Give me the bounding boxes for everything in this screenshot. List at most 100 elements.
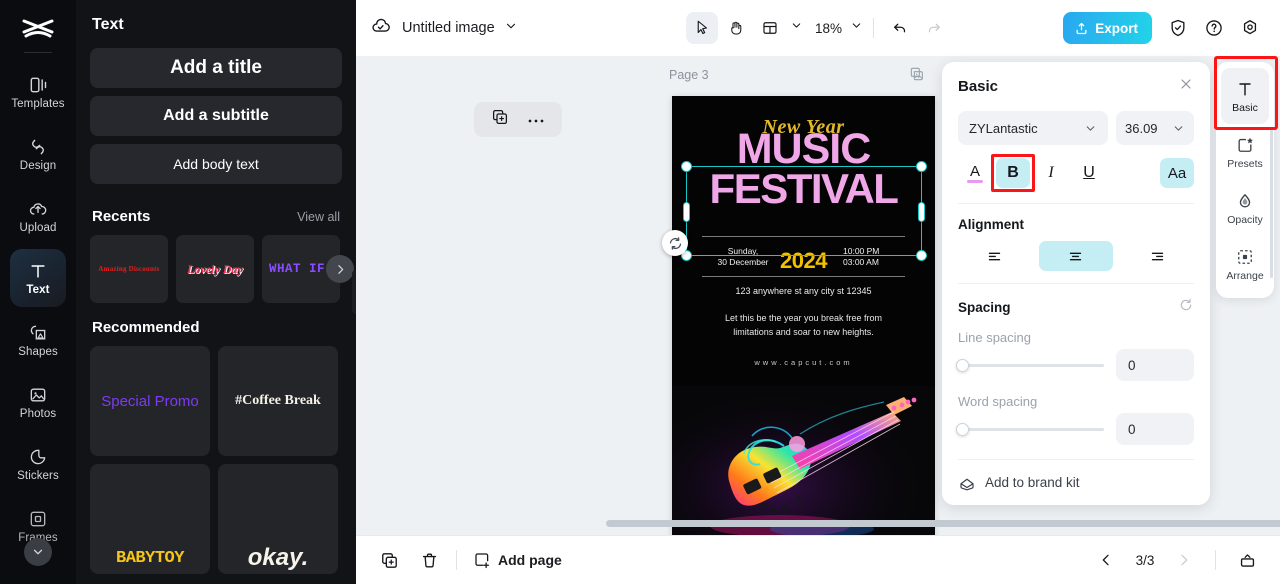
bottom-divider xyxy=(456,550,457,570)
align-left-button[interactable] xyxy=(958,241,1031,271)
word-spacing-knob[interactable] xyxy=(956,422,969,436)
text-case-button[interactable]: Aa xyxy=(1160,158,1194,188)
shield-check-icon[interactable] xyxy=(1162,12,1194,44)
recent-item[interactable]: Lovely Day xyxy=(176,235,254,303)
text-selection-box[interactable] xyxy=(681,161,927,261)
font-family-select[interactable]: ZYLantastic xyxy=(958,111,1108,145)
add-body-text-button[interactable]: Add body text xyxy=(90,144,342,184)
redo-button[interactable] xyxy=(918,12,950,44)
font-size-select[interactable]: 36.09 xyxy=(1116,111,1194,145)
right-rail-item-arrange[interactable]: Arrange xyxy=(1221,236,1269,292)
right-rail-scrollbar[interactable] xyxy=(1270,128,1273,278)
layout-caret[interactable] xyxy=(790,19,803,37)
word-spacing-slider[interactable] xyxy=(956,422,1104,436)
sidebar-item-text[interactable]: Text xyxy=(10,249,66,307)
canvas-tools: 18% xyxy=(685,12,950,44)
sidebar-item-label: Shapes xyxy=(18,345,58,358)
recommended-item[interactable]: BABYTOY xyxy=(90,464,210,574)
hand-tool-button[interactable] xyxy=(720,12,752,44)
underline-button[interactable]: U xyxy=(1072,158,1106,188)
settings-button[interactable] xyxy=(1234,12,1266,44)
right-rail-item-presets[interactable]: Presets xyxy=(1221,124,1269,180)
zoom-caret[interactable] xyxy=(850,19,863,37)
word-spacing-row: 0 xyxy=(956,413,1194,445)
document-menu-caret[interactable] xyxy=(504,19,518,38)
zoom-level[interactable]: 18% xyxy=(815,21,842,36)
duplicate-page-icon[interactable] xyxy=(909,66,925,87)
add-to-brand-kit-button[interactable]: Add to brand kit xyxy=(958,459,1194,505)
poster-artboard[interactable]: New Year MUSIC FESTIVAL Sunday, 30 Decem… xyxy=(672,96,935,535)
opacity-icon xyxy=(1239,193,1251,207)
resize-handle-top-left[interactable] xyxy=(681,161,692,172)
bold-button[interactable]: B xyxy=(996,158,1030,188)
resize-handle-top-right[interactable] xyxy=(916,161,927,172)
text-color-button[interactable]: A xyxy=(958,158,992,188)
rail-scroll-down-button[interactable] xyxy=(24,538,52,566)
chevron-down-icon xyxy=(1086,125,1095,131)
prev-page-button[interactable] xyxy=(1091,545,1121,575)
canvas-horizontal-scrollbar[interactable] xyxy=(606,520,1280,527)
arrange-icon xyxy=(1238,249,1252,264)
word-spacing-input[interactable]: 0 xyxy=(1116,413,1194,445)
delete-page-button[interactable] xyxy=(414,545,444,575)
chevron-left-icon xyxy=(1102,554,1109,566)
properties-title: Basic xyxy=(958,78,999,95)
bottom-toolbar: Add page 3/3 xyxy=(356,535,1280,584)
recommended-heading: Recommended xyxy=(92,319,200,336)
spacing-reset-button[interactable] xyxy=(1178,297,1194,318)
present-button[interactable] xyxy=(1232,545,1262,575)
add-subtitle-button[interactable]: Add a subtitle xyxy=(90,96,342,136)
more-horizontal-icon[interactable] xyxy=(527,111,545,129)
add-page-label: Add page xyxy=(498,552,562,568)
resize-handle-bottom-right[interactable] xyxy=(916,250,927,261)
panel-collapse-handle[interactable] xyxy=(352,270,356,314)
italic-button[interactable]: I xyxy=(1034,158,1068,188)
close-panel-button[interactable] xyxy=(1178,76,1194,97)
hand-icon xyxy=(731,21,742,35)
select-tool-button[interactable] xyxy=(685,12,718,44)
page-label: Page 3 xyxy=(669,68,709,82)
recommended-item[interactable]: okay. xyxy=(218,464,338,574)
right-rail-item-opacity[interactable]: Opacity xyxy=(1221,180,1269,236)
present-icon xyxy=(1240,553,1254,567)
sidebar-item-templates[interactable]: Templates xyxy=(10,63,66,121)
duplicate-page-button[interactable] xyxy=(374,545,404,575)
document-title[interactable]: Untitled image xyxy=(402,20,495,36)
next-page-button[interactable] xyxy=(1169,545,1199,575)
add-title-button[interactable]: Add a title xyxy=(90,48,342,88)
help-button[interactable] xyxy=(1198,12,1230,44)
recommended-item[interactable]: #Coffee Break xyxy=(218,346,338,456)
element-context-toolbar xyxy=(474,102,562,137)
duplicate-icon[interactable] xyxy=(491,108,509,131)
layout-tool-button[interactable] xyxy=(754,12,786,44)
export-button[interactable]: Export xyxy=(1063,12,1152,44)
chevron-down-icon xyxy=(792,23,801,28)
recents-view-all-link[interactable]: View all xyxy=(297,210,340,224)
cloud-saved-icon[interactable] xyxy=(370,15,392,42)
sidebar-item-shapes[interactable]: Shapes xyxy=(10,311,66,369)
resize-handle-left[interactable] xyxy=(683,202,690,222)
resize-handle-right[interactable] xyxy=(918,202,925,222)
capcut-logo-icon[interactable] xyxy=(18,14,58,46)
recent-item[interactable]: Amazing Discounts xyxy=(90,235,168,303)
sidebar-item-upload[interactable]: Upload xyxy=(10,187,66,245)
add-page-button[interactable]: Add page xyxy=(473,551,562,569)
sidebar-item-design[interactable]: Design xyxy=(10,125,66,183)
sidebar-item-stickers[interactable]: Stickers xyxy=(10,435,66,493)
settings-gear-icon xyxy=(1243,20,1257,35)
undo-button[interactable] xyxy=(884,12,916,44)
line-spacing-input[interactable]: 0 xyxy=(1116,349,1194,381)
chevron-down-icon xyxy=(1174,125,1183,131)
text-style-row: A B I U Aa xyxy=(958,153,1194,193)
export-label: Export xyxy=(1095,20,1138,36)
sidebar-item-photos[interactable]: Photos xyxy=(10,373,66,431)
line-spacing-slider[interactable] xyxy=(956,358,1104,372)
align-center-button[interactable] xyxy=(1039,241,1113,271)
recommended-item[interactable]: Special Promo xyxy=(90,346,210,456)
line-spacing-knob[interactable] xyxy=(956,358,969,372)
recents-next-button[interactable] xyxy=(326,255,354,283)
chevron-right-icon xyxy=(1181,554,1188,566)
align-right-button[interactable] xyxy=(1121,241,1194,271)
right-rail-item-basic[interactable]: Basic xyxy=(1221,68,1269,124)
rotate-handle[interactable] xyxy=(662,230,688,256)
